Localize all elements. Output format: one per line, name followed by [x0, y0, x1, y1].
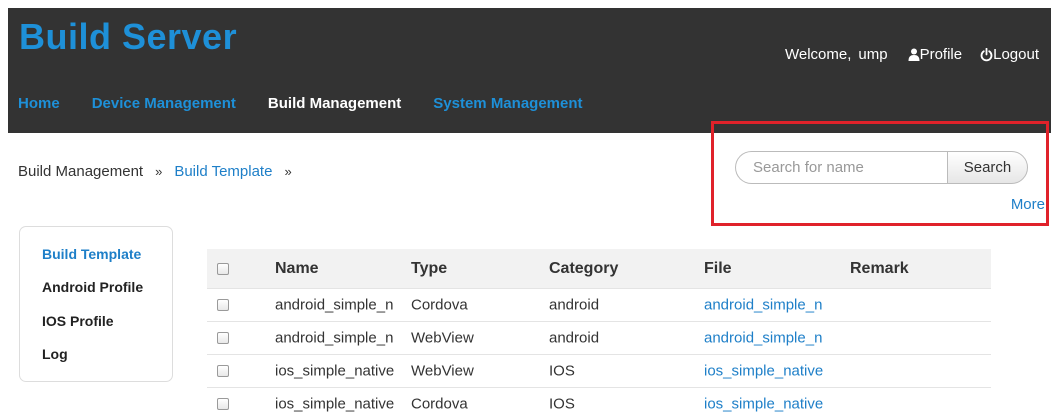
- row-category: android: [549, 296, 600, 314]
- username: ump: [858, 46, 888, 63]
- breadcrumb-build-management: Build Management: [18, 163, 144, 180]
- nav-system-management[interactable]: System Management: [433, 95, 582, 112]
- column-header-name[interactable]: Name: [275, 260, 399, 278]
- row-checkbox[interactable]: [217, 299, 229, 311]
- breadcrumb-separator: »: [284, 164, 292, 179]
- row-type: Cordova: [411, 296, 468, 314]
- side-item-build-template[interactable]: Build Template: [42, 246, 141, 262]
- column-header-type[interactable]: Type: [411, 260, 531, 278]
- column-header-file[interactable]: File: [704, 260, 842, 278]
- row-category: IOS: [549, 395, 575, 413]
- side-menu: Build Template Android Profile IOS Profi…: [19, 226, 173, 382]
- row-checkbox[interactable]: [217, 365, 229, 377]
- row-checkbox[interactable]: [217, 398, 229, 410]
- select-all-checkbox[interactable]: [217, 262, 229, 275]
- nav-device-management[interactable]: Device Management: [92, 95, 236, 112]
- column-header-category[interactable]: Category: [549, 260, 689, 278]
- row-file-link[interactable]: ios_simple_native: [704, 363, 842, 380]
- side-item-android-profile[interactable]: Android Profile: [42, 279, 143, 295]
- row-name: ios_simple_native: [275, 362, 395, 380]
- row-checkbox[interactable]: [217, 332, 229, 344]
- row-name: android_simple_n: [275, 329, 394, 347]
- user-icon: [908, 48, 920, 61]
- table-row: ios_simple_native WebView IOS ios_simple…: [207, 355, 991, 388]
- breadcrumb-separator: »: [155, 164, 163, 179]
- nav-build-management[interactable]: Build Management: [268, 95, 401, 112]
- profile-link[interactable]: Profile: [908, 46, 963, 63]
- power-icon: [980, 47, 993, 62]
- row-name: android_simple_n: [275, 296, 394, 314]
- brand-title: Build Server: [19, 16, 238, 57]
- column-header-remark[interactable]: Remark: [850, 260, 970, 278]
- nav-home[interactable]: Home: [18, 95, 60, 112]
- table-row: android_simple_n WebView android android…: [207, 322, 991, 355]
- row-category: IOS: [549, 362, 575, 380]
- more-link[interactable]: More: [1011, 196, 1045, 213]
- table-row: android_simple_n Cordova android android…: [207, 289, 991, 322]
- row-category: android: [549, 329, 600, 347]
- row-type: WebView: [411, 329, 474, 347]
- top-header: Build Server Welcome, ump Profile Logout…: [8, 8, 1051, 133]
- logout-label: Logout: [993, 46, 1039, 63]
- row-file-link[interactable]: android_simple_n: [704, 330, 842, 347]
- table-header-row: Name Type Category File Remark: [207, 249, 991, 289]
- profile-label: Profile: [919, 46, 963, 63]
- row-type: Cordova: [411, 395, 468, 413]
- main-nav: Home Device Management Build Management …: [18, 95, 615, 112]
- logout-link[interactable]: Logout: [980, 46, 1039, 63]
- table-row: ios_simple_native Cordova IOS ios_simple…: [207, 388, 991, 414]
- row-file-link[interactable]: android_simple_n: [704, 297, 842, 314]
- row-file-link[interactable]: ios_simple_native: [704, 396, 842, 413]
- row-name: ios_simple_native: [275, 395, 395, 413]
- search-input[interactable]: [735, 151, 947, 184]
- welcome-text: Welcome,: [784, 46, 852, 63]
- breadcrumb-build-template[interactable]: Build Template: [174, 163, 272, 180]
- search-button[interactable]: Search: [947, 151, 1028, 184]
- breadcrumb: Build Management » Build Template »: [18, 163, 304, 180]
- row-type: WebView: [411, 362, 474, 380]
- template-table: Name Type Category File Remark android_s…: [207, 249, 991, 414]
- side-item-log[interactable]: Log: [42, 346, 68, 362]
- side-item-ios-profile[interactable]: IOS Profile: [42, 313, 114, 329]
- user-area: Welcome, ump Profile Logout: [785, 46, 1039, 63]
- search-group: Search: [735, 151, 1028, 184]
